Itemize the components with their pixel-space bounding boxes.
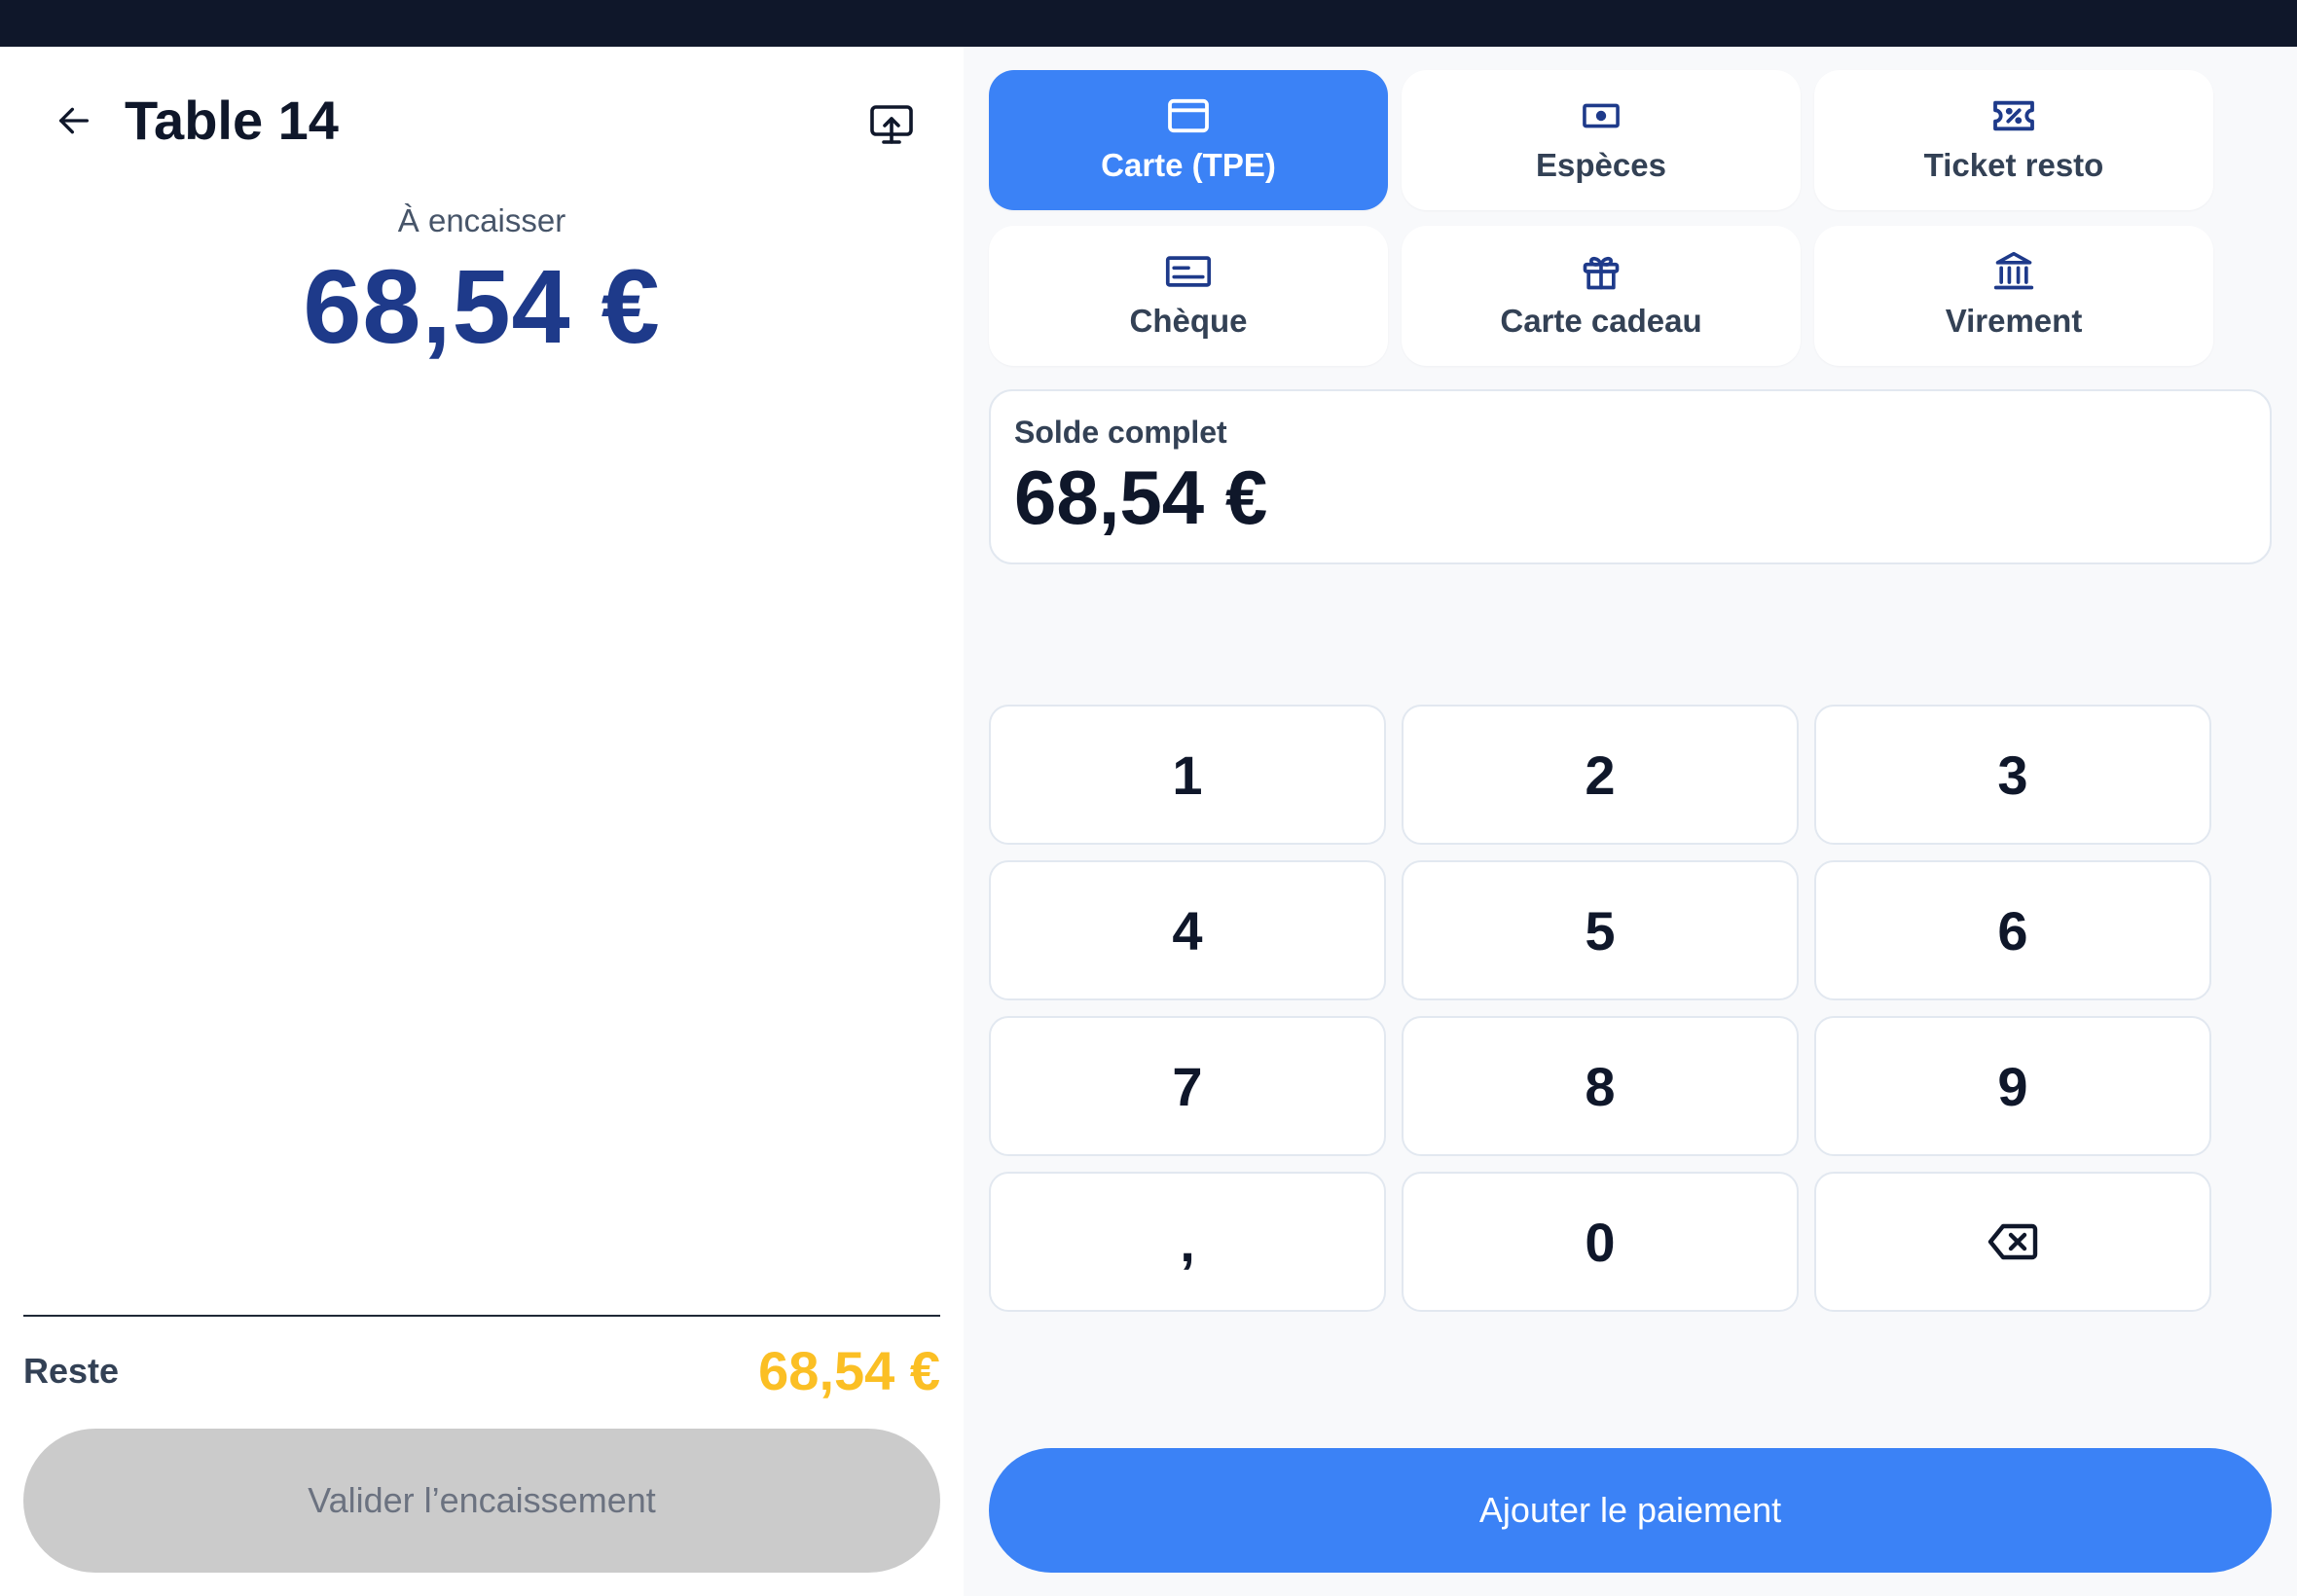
- back-button[interactable]: [47, 93, 101, 148]
- keypad-key-5[interactable]: 5: [1402, 860, 1799, 1000]
- keypad-key-comma[interactable]: ,: [989, 1172, 1386, 1312]
- amount-due-value: 68,54 €: [303, 247, 661, 365]
- bank-icon: [1990, 251, 2037, 291]
- keypad-key-4[interactable]: 4: [989, 860, 1386, 1000]
- full-balance-amount: 68,54 €: [1014, 454, 1268, 540]
- credit-card-icon: [1165, 96, 1212, 135]
- remaining-amount: 68,54 €: [758, 1340, 940, 1401]
- order-summary-panel: Table 14 À encaisser 68,54 € Reste 68,54…: [0, 47, 964, 1596]
- customer-display-button[interactable]: [860, 93, 923, 156]
- method-bank-transfer[interactable]: Virement: [1814, 226, 2213, 366]
- status-bar: [0, 0, 2297, 47]
- add-payment-button[interactable]: Ajouter le paiement: [989, 1448, 2272, 1573]
- banknote-icon: [1578, 96, 1624, 135]
- cheque-icon: [1165, 252, 1212, 291]
- gift-icon: [1578, 252, 1624, 291]
- keypad-key-0[interactable]: 0: [1402, 1172, 1799, 1312]
- validate-payment-button[interactable]: Valider l’encaissement: [23, 1429, 940, 1573]
- ticket-percent-icon: [1990, 96, 2037, 135]
- keypad-key-3[interactable]: 3: [1814, 705, 2211, 845]
- keypad-backspace-button[interactable]: [1814, 1172, 2211, 1312]
- method-cheque[interactable]: Chèque: [989, 226, 1388, 366]
- backspace-icon: [1987, 1223, 2038, 1260]
- method-card-tpe[interactable]: Carte (TPE): [989, 70, 1388, 210]
- method-label: Espèces: [1536, 147, 1666, 183]
- method-label: Carte (TPE): [1101, 147, 1276, 183]
- full-balance-label: Solde complet: [1014, 415, 1227, 450]
- page-title: Table 14: [125, 90, 339, 151]
- keypad-key-6[interactable]: 6: [1814, 860, 2211, 1000]
- method-label: Ticket resto: [1923, 147, 2104, 183]
- keypad-key-2[interactable]: 2: [1402, 705, 1799, 845]
- divider: [23, 1315, 940, 1317]
- screen-share-icon: [870, 105, 913, 144]
- method-cash[interactable]: Espèces: [1402, 70, 1801, 210]
- full-balance-card[interactable]: Solde complet 68,54 €: [989, 389, 2272, 564]
- keypad-key-1[interactable]: 1: [989, 705, 1386, 845]
- method-meal-voucher[interactable]: Ticket resto: [1814, 70, 2213, 210]
- method-gift-card[interactable]: Carte cadeau: [1402, 226, 1801, 366]
- arrow-left-icon: [59, 107, 90, 134]
- method-label: Chèque: [1129, 303, 1248, 339]
- remaining-label: Reste: [23, 1351, 120, 1391]
- amount-due-label: À encaisser: [397, 202, 566, 238]
- keypad-key-8[interactable]: 8: [1402, 1016, 1799, 1156]
- method-label: Carte cadeau: [1500, 303, 1702, 339]
- keypad-key-9[interactable]: 9: [1814, 1016, 2211, 1156]
- payment-panel: Carte (TPE) Espèces Ticket resto Chèque …: [964, 47, 2297, 1596]
- method-label: Virement: [1945, 303, 2083, 339]
- keypad-key-7[interactable]: 7: [989, 1016, 1386, 1156]
